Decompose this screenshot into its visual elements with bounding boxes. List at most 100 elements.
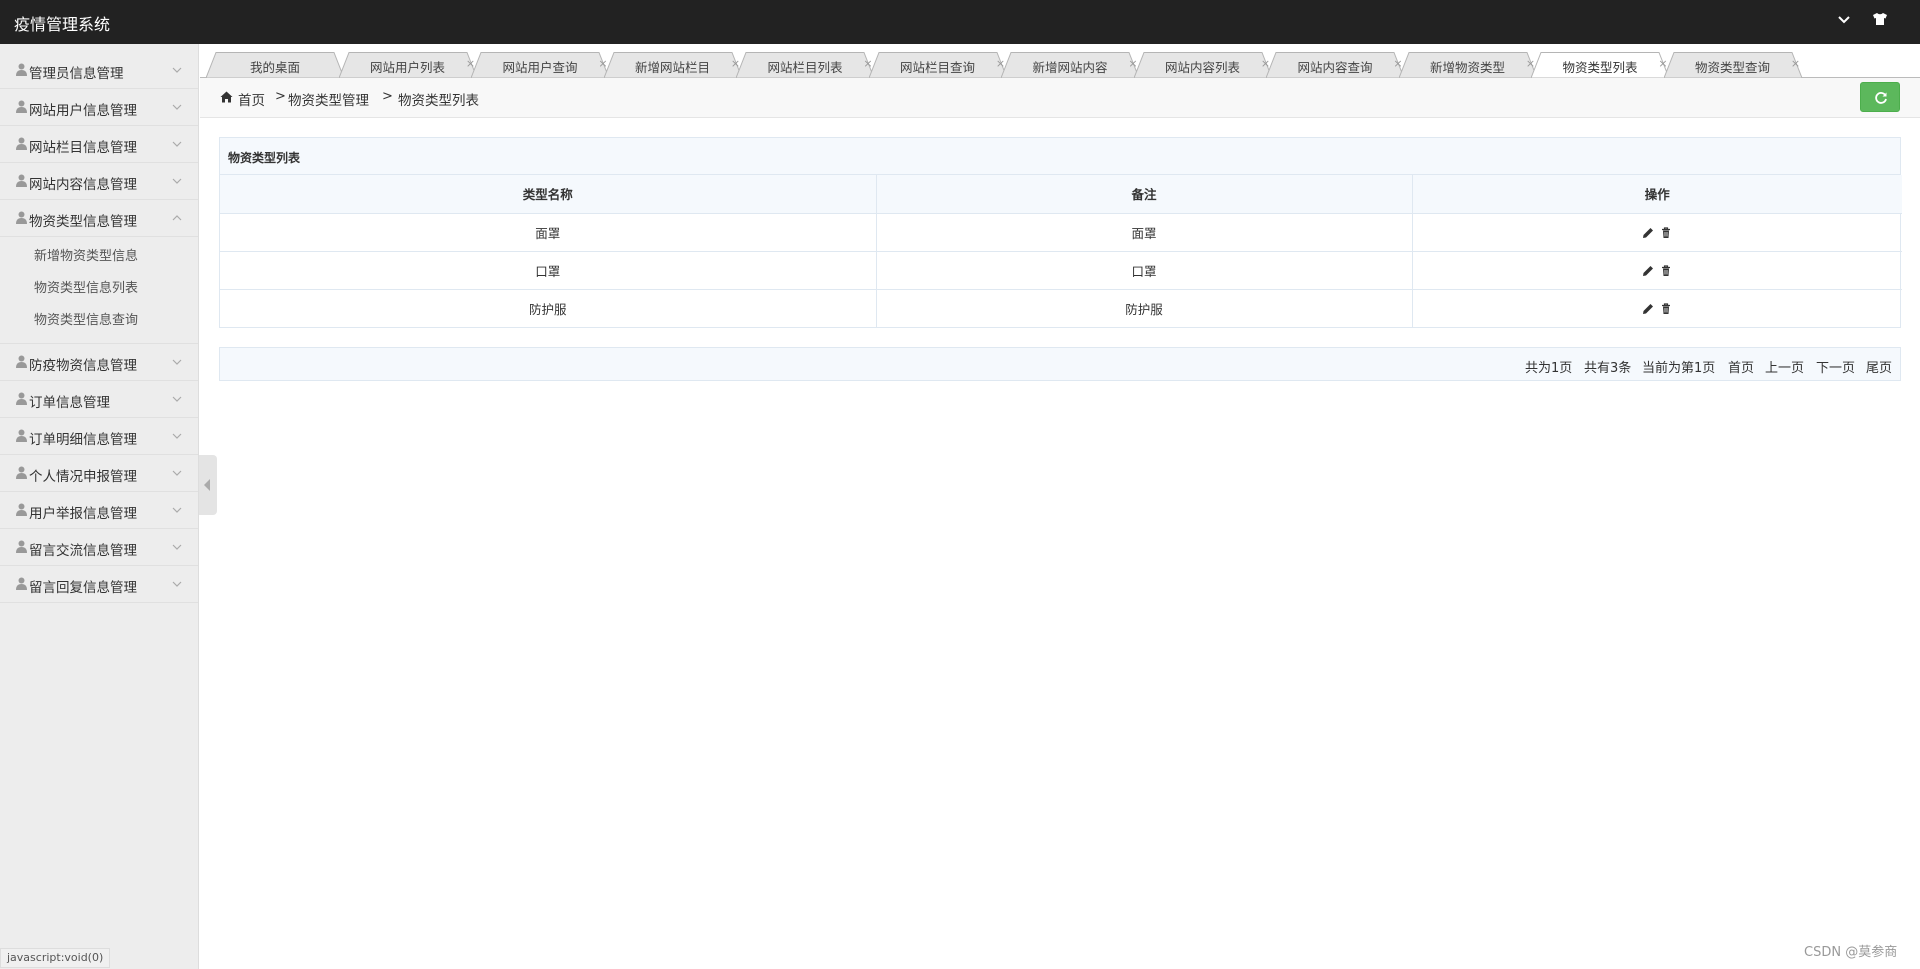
pager-prev-link[interactable]: 上一页 bbox=[1765, 357, 1804, 376]
submenu-item[interactable]: 物资类型信息列表 bbox=[0, 273, 198, 305]
tab-label: 物资类型查询 bbox=[1694, 60, 1770, 75]
user-icon bbox=[16, 174, 27, 187]
chevron-down-icon bbox=[172, 470, 182, 476]
tab[interactable]: 网站内容查询 × bbox=[1266, 52, 1408, 78]
close-icon[interactable]: × bbox=[1790, 57, 1802, 70]
chevron-down-icon bbox=[172, 104, 182, 110]
pager-total-records: 共有3条 bbox=[1584, 361, 1632, 376]
user-icon bbox=[16, 466, 27, 479]
tab[interactable]: 新增网站内容 × bbox=[1001, 52, 1143, 78]
tab[interactable]: 网站用户列表 × bbox=[338, 52, 481, 78]
user-icon bbox=[16, 429, 27, 442]
sidebar-item[interactable]: 订单明细信息管理 bbox=[0, 418, 198, 455]
sidebar-item-label: 网站内容信息管理 bbox=[29, 177, 137, 193]
table-row: 防护服 防护服 bbox=[220, 288, 1902, 327]
status-bar: javascript:void(0) bbox=[0, 948, 111, 968]
tab-label: 网站栏目查询 bbox=[899, 60, 975, 75]
tab-label: 网站栏目列表 bbox=[767, 60, 843, 75]
chevron-down-icon[interactable] bbox=[1834, 12, 1854, 32]
submenu-item[interactable]: 物资类型信息查询 bbox=[0, 305, 198, 337]
pager-total-pages: 共为1页 bbox=[1525, 361, 1573, 376]
trash-icon[interactable] bbox=[1659, 264, 1673, 278]
pencil-icon[interactable] bbox=[1641, 226, 1655, 240]
sidebar-item-label: 订单信息管理 bbox=[29, 395, 110, 411]
user-icon bbox=[16, 503, 27, 516]
user-icon bbox=[16, 355, 27, 368]
pager-first-link[interactable]: 首页 bbox=[1728, 357, 1754, 376]
app-title: 疫情管理系统 bbox=[14, 15, 111, 34]
chevron-up-icon bbox=[172, 215, 182, 221]
caret-left-icon bbox=[204, 479, 210, 491]
chevron-down-icon bbox=[172, 544, 182, 550]
sidebar-item[interactable]: 物资类型信息管理 bbox=[0, 200, 198, 237]
user-icon bbox=[16, 137, 27, 150]
type-table: 类型名称 备注 操作 面罩 面罩 口罩 口罩 防护服 防护服 bbox=[220, 175, 1902, 327]
sidebar-item[interactable]: 留言交流信息管理 bbox=[0, 529, 198, 566]
cell-remark: 口罩 bbox=[875, 250, 1413, 290]
sidebar-item-label: 订单明细信息管理 bbox=[29, 432, 137, 448]
tab[interactable]: 网站内容列表 × bbox=[1133, 52, 1276, 78]
user-icon bbox=[16, 392, 27, 405]
sidebar-item[interactable]: 网站栏目信息管理 bbox=[0, 126, 198, 163]
sidebar-item[interactable]: 用户举报信息管理 bbox=[0, 492, 198, 529]
sidebar: 管理员信息管理网站用户信息管理网站栏目信息管理网站内容信息管理 物资类型信息管理新… bbox=[0, 44, 199, 969]
tab-label: 新增网站内容 bbox=[1032, 60, 1108, 75]
breadcrumb-item-category[interactable]: 物资类型管理 bbox=[288, 89, 369, 109]
chevron-down-icon bbox=[172, 581, 182, 587]
cell-name: 防护服 bbox=[220, 288, 877, 327]
sidebar-item[interactable]: 管理员信息管理 bbox=[0, 52, 198, 89]
tab-label: 新增网站栏目 bbox=[634, 60, 710, 75]
tab-label: 网站内容列表 bbox=[1164, 60, 1240, 75]
pagination: 共为1页 共有3条 当前为第1页 首页 上一页 下一页 尾页 bbox=[219, 347, 1901, 381]
breadcrumb: 首页 > 物资类型管理 > 物资类型列表 bbox=[200, 78, 1920, 118]
sidebar-collapse-handle[interactable] bbox=[199, 455, 217, 515]
chevron-down-icon bbox=[172, 178, 182, 184]
sidebar-item-label: 物资类型信息管理 bbox=[29, 214, 137, 230]
tab[interactable]: 网站用户查询 × bbox=[471, 52, 613, 78]
pager-next-link[interactable]: 下一页 bbox=[1816, 357, 1855, 376]
pencil-icon[interactable] bbox=[1641, 264, 1655, 278]
home-icon bbox=[220, 91, 233, 103]
sidebar-item[interactable]: 网站内容信息管理 bbox=[0, 163, 198, 200]
shirt-icon[interactable] bbox=[1870, 12, 1890, 32]
column-header-name: 类型名称 bbox=[220, 175, 877, 214]
sidebar-item-label: 网站用户信息管理 bbox=[29, 103, 137, 119]
chevron-down-icon bbox=[172, 359, 182, 365]
tab[interactable]: 新增物资类型 × bbox=[1398, 52, 1541, 78]
tab[interactable]: 物资类型列表 × bbox=[1531, 52, 1673, 78]
type-list-panel: 物资类型列表 类型名称 备注 操作 面罩 面罩 口罩 口罩 防护服 防护服 bbox=[219, 137, 1902, 328]
user-icon bbox=[16, 211, 27, 224]
tab[interactable]: 网站栏目列表 × bbox=[736, 52, 878, 78]
table-header-row: 类型名称 备注 操作 bbox=[220, 175, 1902, 214]
tab-label: 新增物资类型 bbox=[1429, 60, 1505, 75]
cell-actions bbox=[1411, 212, 1902, 252]
panel-title: 物资类型列表 bbox=[220, 138, 1900, 175]
tab[interactable]: 新增网站栏目 × bbox=[603, 52, 746, 78]
pager-last-link[interactable]: 尾页 bbox=[1866, 357, 1892, 376]
top-bar: 疫情管理系统 bbox=[0, 0, 1920, 44]
cell-name: 面罩 bbox=[220, 212, 877, 252]
refresh-button[interactable] bbox=[1860, 82, 1900, 112]
cell-remark: 防护服 bbox=[875, 288, 1413, 327]
column-header-actions: 操作 bbox=[1411, 175, 1902, 214]
submenu-item[interactable]: 新增物资类型信息 bbox=[0, 241, 198, 273]
cell-actions bbox=[1411, 288, 1902, 327]
tab[interactable]: 物资类型查询 × bbox=[1663, 52, 1806, 78]
pencil-icon[interactable] bbox=[1641, 302, 1655, 316]
column-header-remark: 备注 bbox=[875, 175, 1413, 214]
user-icon bbox=[16, 577, 27, 590]
sidebar-item[interactable]: 订单信息管理 bbox=[0, 381, 198, 418]
sidebar-item[interactable]: 留言回复信息管理 bbox=[0, 566, 198, 603]
sidebar-item-label: 留言交流信息管理 bbox=[29, 543, 137, 559]
sidebar-item[interactable]: 防疫物资信息管理 bbox=[0, 344, 198, 381]
tab[interactable]: 我的桌面 bbox=[206, 52, 348, 78]
breadcrumb-home[interactable]: 首页 bbox=[238, 89, 265, 109]
trash-icon[interactable] bbox=[1659, 226, 1673, 240]
sidebar-item[interactable]: 个人情况申报管理 bbox=[0, 455, 198, 492]
breadcrumb-item-current: 物资类型列表 bbox=[398, 93, 479, 109]
trash-icon[interactable] bbox=[1659, 302, 1673, 316]
sidebar-item[interactable]: 网站用户信息管理 bbox=[0, 89, 198, 126]
tab[interactable]: 网站栏目查询 × bbox=[868, 52, 1011, 78]
chevron-down-icon bbox=[172, 396, 182, 402]
refresh-icon bbox=[1875, 92, 1887, 104]
